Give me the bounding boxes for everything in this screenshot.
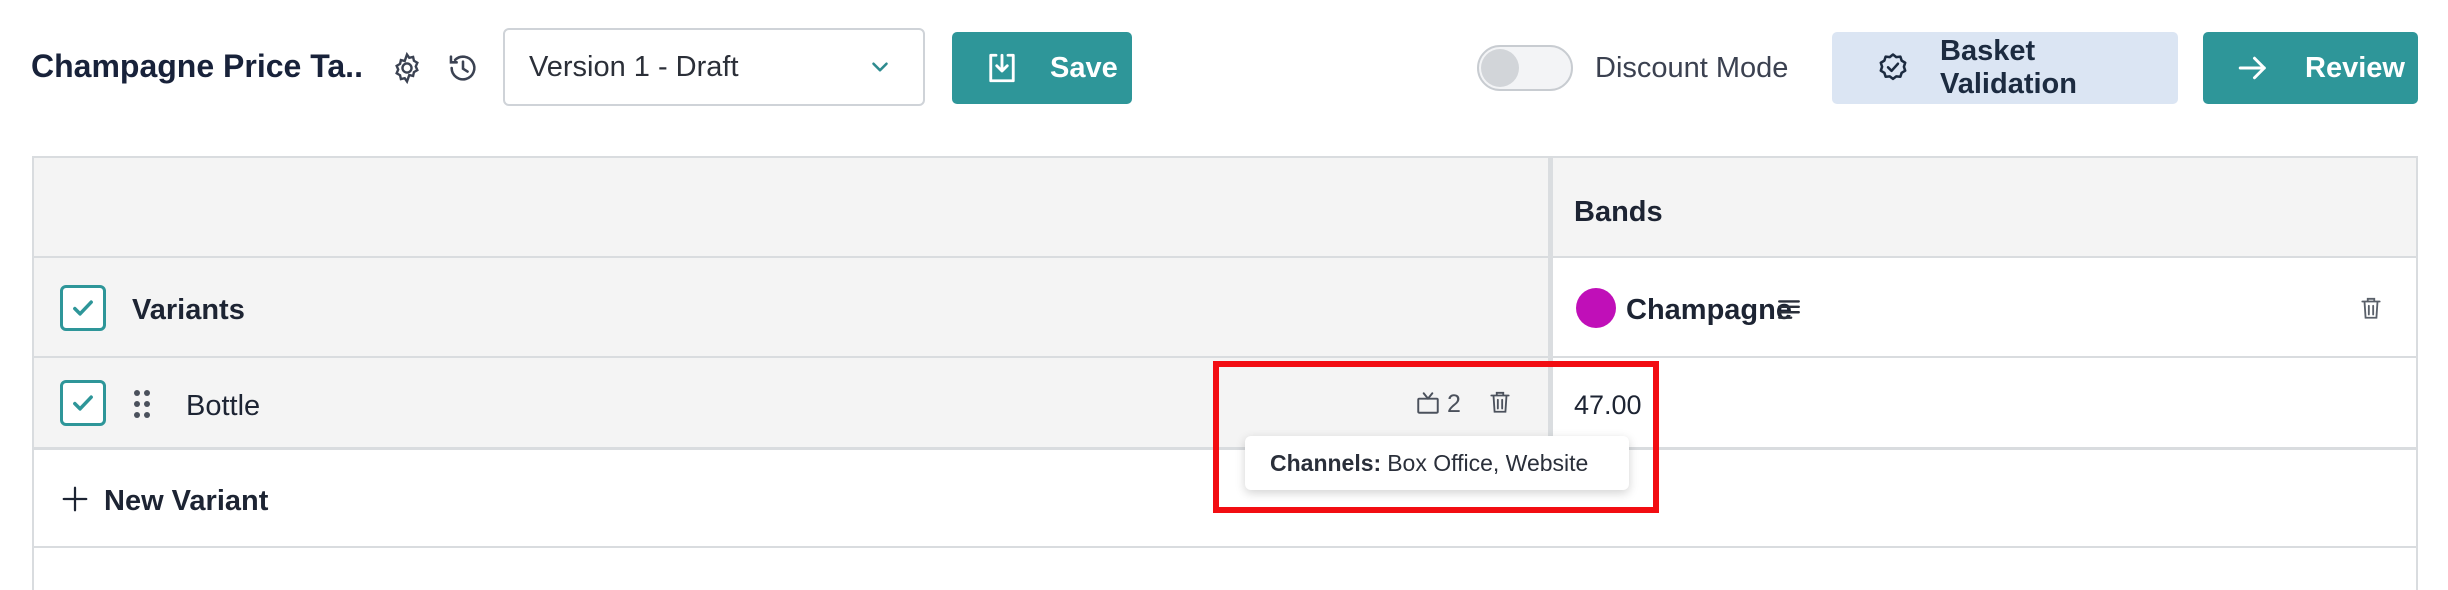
tooltip-value: Box Office, Website (1387, 449, 1589, 476)
row-checkbox[interactable] (60, 380, 106, 426)
save-icon (984, 50, 1020, 86)
variants-header: Variants (132, 294, 245, 326)
variants-header-row: Variants Champagne (34, 258, 2416, 358)
basket-validation-label: Basket Validation (1940, 35, 2077, 100)
drag-handle-icon[interactable] (132, 388, 152, 420)
table-row: Bottle 2 47.00 (34, 358, 2416, 450)
price-cell[interactable] (1553, 358, 2416, 447)
select-all-checkbox[interactable] (60, 285, 106, 331)
verified-badge-icon (1876, 51, 1910, 85)
check-icon (73, 395, 93, 411)
save-button[interactable]: Save (952, 32, 1132, 104)
align-left-icon[interactable] (1776, 296, 1802, 322)
history-icon[interactable] (445, 50, 481, 86)
version-select[interactable]: Version 1 - Draft (503, 28, 925, 106)
price-table-editor: Champagne Price Ta... Version 1 - Draft … (0, 0, 2448, 590)
bands-header: Bands (1574, 196, 1663, 228)
review-label: Review (2305, 51, 2405, 84)
variants-table: Bands Variants Champagne Bottle 2 47.00 … (32, 156, 2418, 590)
discount-mode-label: Discount Mode (1595, 52, 1789, 84)
review-button[interactable]: Review (2203, 32, 2418, 104)
version-select-value: Version 1 - Draft (529, 50, 739, 83)
new-variant-label: New Variant (104, 485, 269, 517)
band-name: Champagne (1626, 294, 1792, 326)
variant-name[interactable]: Bottle (186, 390, 260, 423)
channel-count: 2 (1447, 390, 1461, 418)
page-title: Champagne Price Ta... (31, 48, 361, 84)
tooltip-key: Channels: (1270, 449, 1382, 476)
channels-icon[interactable] (1415, 390, 1443, 418)
variant-price[interactable]: 47.00 (1574, 390, 1642, 421)
discount-mode-toggle[interactable] (1477, 45, 1573, 91)
new-variant-row[interactable]: New Variant (34, 450, 2416, 548)
basket-validation-button[interactable]: Basket Validation (1832, 32, 2178, 104)
delete-variant-icon[interactable] (1487, 388, 1515, 418)
chevron-down-icon (867, 54, 893, 85)
table-header-row: Bands (34, 158, 2416, 258)
channels-tooltip: Channels: Box Office, Website (1245, 436, 1629, 490)
arrow-right-icon (2235, 50, 2271, 86)
column-divider[interactable] (1548, 158, 1553, 450)
plus-icon (60, 484, 90, 514)
band-color-dot (1576, 288, 1616, 328)
toggle-knob (1481, 49, 1519, 87)
save-label: Save (1050, 51, 1118, 84)
delete-band-icon[interactable] (2358, 294, 2386, 324)
gear-icon[interactable] (389, 50, 425, 86)
check-icon (73, 300, 93, 316)
